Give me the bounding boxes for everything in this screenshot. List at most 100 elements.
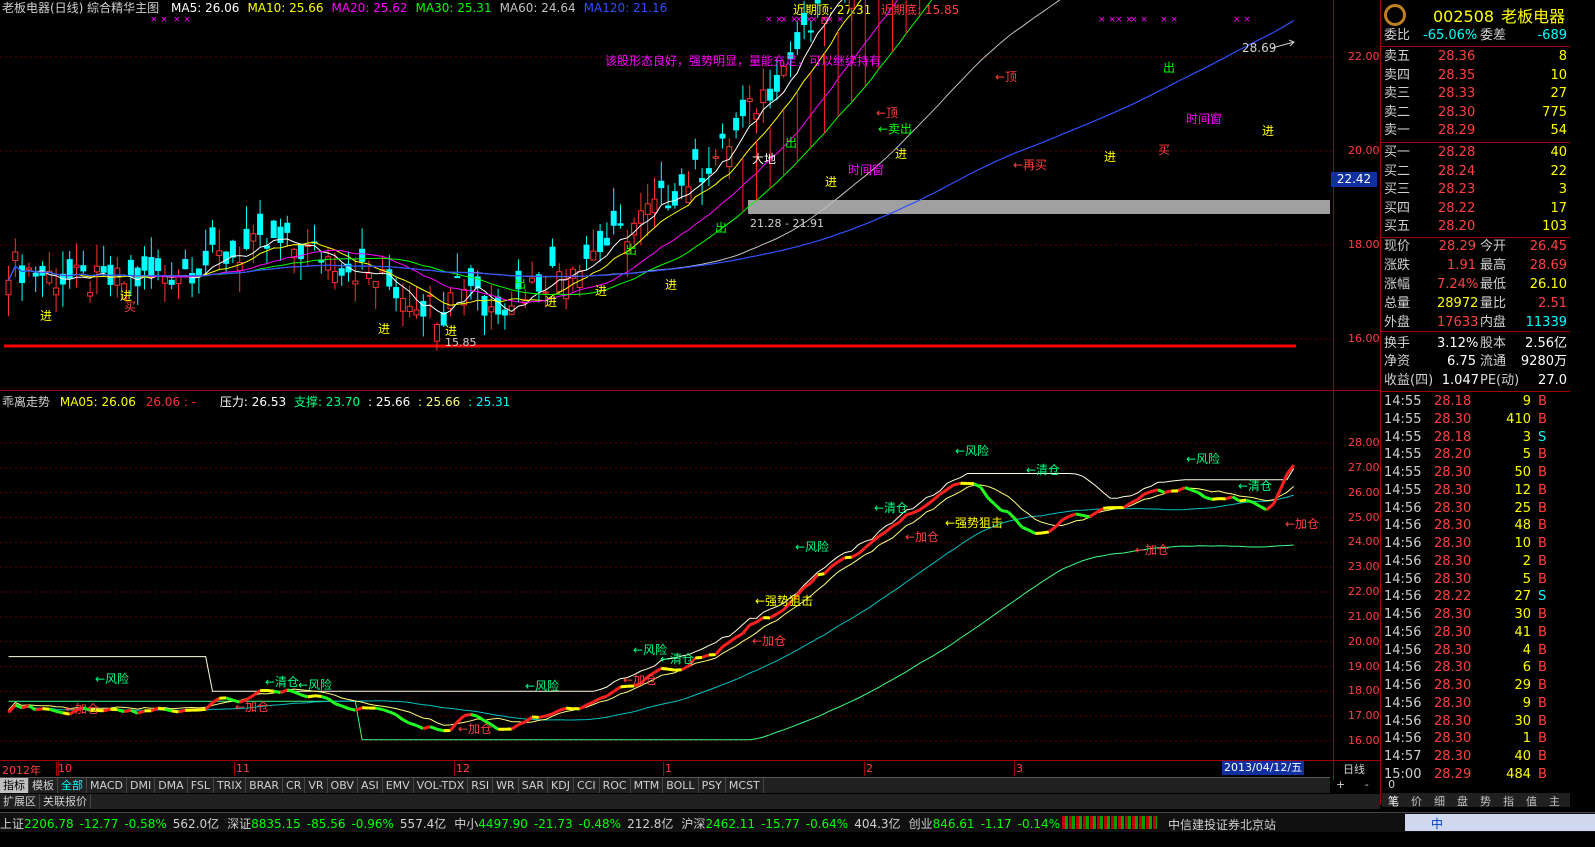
indicator-tab[interactable]: MCST <box>726 778 764 793</box>
deviation-segment <box>918 503 928 512</box>
tick-row: 14:56 28.30 30 B <box>1384 713 1547 729</box>
deviation-segment <box>300 693 309 699</box>
quote-side-tabs: 笔价细盘势指值主 <box>1382 793 1570 809</box>
indicator-tab[interactable]: MACD <box>87 778 127 793</box>
quote-side-tab[interactable]: 笔 <box>1382 793 1405 809</box>
indicator-tab[interactable]: SAR <box>519 778 549 793</box>
stats-row: 总量 28972 量比 2.51 <box>1384 295 1567 311</box>
indicator-tab[interactable]: OBV <box>328 778 358 793</box>
indicator-tab[interactable]: WR <box>493 778 519 793</box>
deviation-segment <box>661 666 669 671</box>
ime-bar[interactable]: 中 <box>1405 814 1595 831</box>
quote-left-border <box>1380 0 1381 805</box>
order-book-row: 买四 28.22 17 <box>1384 200 1567 216</box>
deviation-segment <box>592 697 601 704</box>
tick-row: 14:55 28.20 5 B <box>1384 447 1547 463</box>
indicator-tab[interactable]: BRAR <box>246 778 284 793</box>
deviation-segment <box>1211 497 1220 501</box>
quote-side-tab[interactable]: 主 <box>1543 793 1566 809</box>
deviation-segment <box>382 708 390 714</box>
deviation-segment <box>851 552 860 559</box>
index-quote[interactable]: 上证2206.78 -12.77 -0.58% 562.0亿 <box>0 817 219 831</box>
index-quote[interactable]: 深证8835.15 -85.56 -0.96% 557.4亿 <box>227 817 446 831</box>
order-book-row: 卖二 28.30 775 <box>1384 104 1567 120</box>
sub-chart-note: ←清仓 <box>1026 463 1060 477</box>
sub-chart-note: ←加仓 <box>1285 517 1319 531</box>
broker-name: 中信建投证券北京站 <box>1168 818 1277 832</box>
indicator-tab[interactable]: DMI <box>127 778 156 793</box>
deviation-segment <box>211 696 221 704</box>
deviation-segment <box>55 709 64 715</box>
deviation-segment <box>171 709 179 714</box>
deviation-segment <box>178 708 186 714</box>
deviation-segment <box>1204 496 1213 501</box>
sub-y-tick-label: 28.00 <box>1348 436 1380 449</box>
deviation-segment <box>1278 473 1289 491</box>
indicator-tab[interactable]: DMA <box>155 778 188 793</box>
deviation-segment <box>1157 488 1166 494</box>
sub-y-tick-label: 21.00 <box>1348 609 1380 623</box>
index-quote[interactable]: 沪深2462.11 -15.77 -0.64% 404.3亿 <box>681 817 900 831</box>
indicator-tab[interactable]: VOL-TDX <box>414 778 469 793</box>
indicator-tab[interactable]: RSI <box>468 778 494 793</box>
bottom-tab[interactable]: 扩展区 <box>0 794 40 809</box>
tick-row: 14:55 28.30 410 B <box>1384 411 1547 427</box>
deviation-segment <box>837 556 846 564</box>
quote-side-tab[interactable]: 势 <box>1474 793 1497 809</box>
quote-side-tab[interactable]: 指 <box>1497 793 1520 809</box>
deviation-segment <box>123 708 132 714</box>
logo-icon <box>1384 4 1406 26</box>
indicator-tab[interactable]: 指标 <box>0 778 29 793</box>
tick-row: 14:56 28.30 30 B <box>1384 607 1547 622</box>
indicator-tab[interactable]: ROC <box>600 778 631 793</box>
deviation-segment <box>993 502 1003 512</box>
deviation-segment <box>1150 488 1159 494</box>
deviation-chart[interactable]: ←风险 ←清仓←风险 ←风险←风险←清仓←风险←清仓←风险←清仓←风险←清仓←加仓 ←… <box>0 0 1380 780</box>
deviation-segment <box>463 712 472 718</box>
deviation-segment <box>198 707 206 712</box>
indicator-tab[interactable]: PSY <box>699 778 726 793</box>
indicator-tab[interactable]: ASI <box>358 778 383 793</box>
order-book-row: 卖三 28.33 27 <box>1384 86 1567 102</box>
time-axis-label: 2012年 <box>2 764 41 777</box>
quote-side-tab[interactable]: 细 <box>1428 793 1451 809</box>
sub-y-tick-label: 19.00 <box>1348 659 1380 673</box>
quote-side-tab[interactable]: 价 <box>1405 793 1428 809</box>
index-quote[interactable]: 中小4497.90 -21.73 -0.48% 212.8亿 <box>454 817 673 831</box>
tick-row: 14:56 28.30 4 B <box>1384 642 1547 658</box>
quote-side-tab[interactable]: 值 <box>1520 793 1543 809</box>
deviation-segment <box>1122 501 1132 509</box>
tick-row: 14:57 28.30 40 B <box>1384 749 1547 764</box>
deviation-segment <box>606 690 615 698</box>
sub-chart-note: ←加仓 <box>752 634 786 648</box>
indicator-tab[interactable]: 全部 <box>58 778 87 793</box>
deviation-segment <box>388 710 397 717</box>
deviation-segment <box>953 481 961 487</box>
bottom-tab-bar: 扩展区 关联报价 <box>0 794 1380 809</box>
deviation-segment <box>1259 504 1268 512</box>
deviation-segment <box>266 689 274 693</box>
deviation-segment <box>510 723 520 731</box>
sub-chart-note: ←风险 <box>955 443 989 458</box>
indicator-tab[interactable]: 模板 <box>29 778 58 793</box>
tick-row: 14:55 28.30 12 B <box>1384 482 1547 498</box>
indicator-tab[interactable]: TRIX <box>214 778 247 793</box>
indicator-tab[interactable]: EMV <box>383 778 414 793</box>
indicator-tab[interactable]: VR <box>305 778 328 793</box>
order-book-row: 买三 28.23 3 <box>1384 182 1567 198</box>
indicator-tab[interactable]: KDJ <box>548 778 574 793</box>
bottom-tab[interactable]: 关联报价 <box>40 794 91 809</box>
period-label[interactable]: 日线 <box>1343 761 1365 777</box>
indicator-tab[interactable]: CR <box>283 778 306 793</box>
sub-y-tick-label: 17.00 <box>1348 709 1380 723</box>
tick-row: 14:56 28.22 27 S <box>1384 589 1547 605</box>
sub-chart-note: ←风险 <box>95 671 129 686</box>
deviation-segment <box>429 725 438 731</box>
indicator-tab[interactable]: MTM <box>631 778 664 793</box>
indicator-tab[interactable]: CCI <box>574 778 600 793</box>
indicator-tab[interactable]: BOLL <box>663 778 699 793</box>
time-axis-label: 2 <box>866 762 873 775</box>
stock-code: 002508 <box>1433 7 1495 26</box>
indicator-tab[interactable]: FSL <box>188 778 214 793</box>
quote-side-tab[interactable]: 盘 <box>1451 793 1474 809</box>
